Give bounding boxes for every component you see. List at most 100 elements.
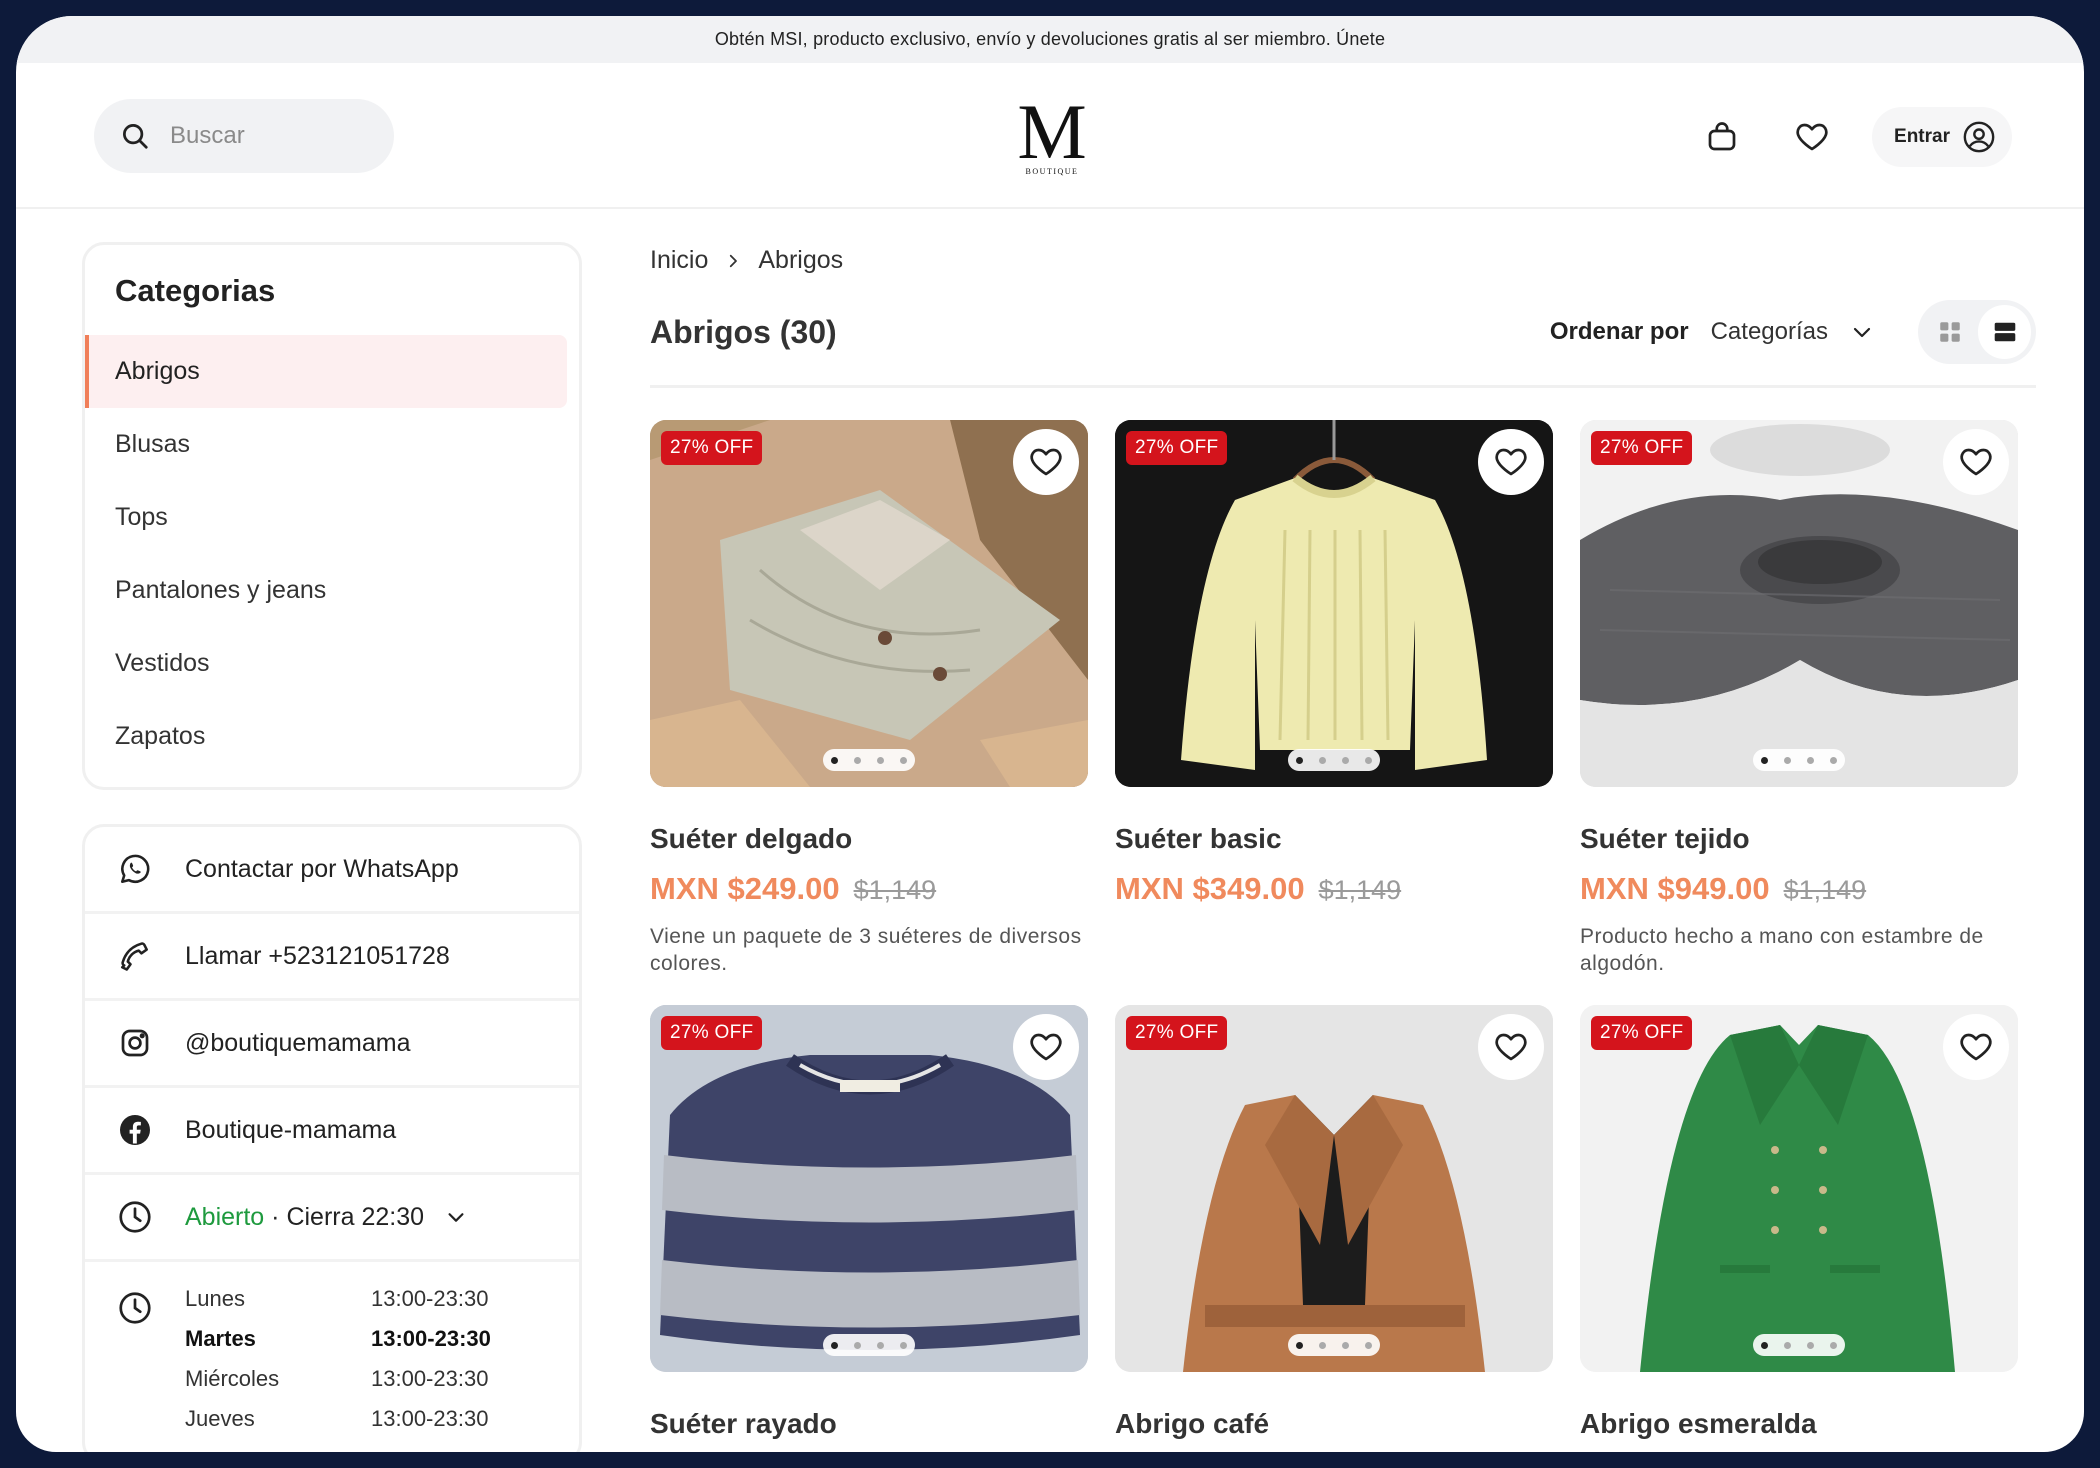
list-view-button[interactable] — [1978, 305, 2031, 359]
favorite-button[interactable] — [1478, 429, 1544, 495]
product-image[interactable]: 27% OFF — [650, 420, 1088, 787]
favorite-button[interactable] — [1943, 1014, 2009, 1080]
chevron-down-icon[interactable] — [1850, 320, 1874, 344]
facebook-icon — [120, 1115, 150, 1145]
sidebar-item-abrigos[interactable]: Abrigos — [85, 335, 567, 408]
search-input[interactable] — [170, 122, 370, 150]
favorite-button[interactable] — [1943, 429, 2009, 495]
sidebar-item-tops[interactable]: Tops — [85, 481, 567, 554]
product-old-price: $1,149 — [1318, 875, 1402, 905]
discount-badge: 27% OFF — [661, 431, 763, 465]
product-grid: 27% OFF Suéter delgado MXN $249.00 $1,14… — [650, 420, 2036, 1440]
search-bar[interactable] — [94, 99, 394, 173]
phone-label: Llamar +523121051728 — [185, 941, 450, 970]
shopping-bag-icon — [1708, 122, 1736, 151]
product-name[interactable]: Suéter basic — [1115, 823, 1553, 855]
product-price: MXN $949.00 — [1580, 871, 1770, 906]
hours-time: 13:00-23:30 — [371, 1406, 489, 1431]
carousel-dots[interactable] — [1288, 749, 1380, 771]
title-row: Abrigos (30) Ordenar por Categorías — [650, 299, 2036, 365]
sidebar-item-blusas[interactable]: Blusas — [85, 408, 567, 481]
carousel-dots[interactable] — [1288, 1334, 1380, 1356]
categories-title: Categorias — [115, 273, 276, 308]
phone-contact[interactable]: Llamar +523121051728 — [85, 914, 579, 1001]
hours-day-today: Martes — [185, 1326, 256, 1351]
discount-badge: 27% OFF — [1126, 1016, 1228, 1050]
breadcrumb-current: Abrigos — [758, 246, 844, 274]
sidebar-item-zapatos[interactable]: Zapatos — [85, 700, 567, 773]
facebook-contact[interactable]: Boutique-mamama — [85, 1088, 579, 1175]
hours-time: 13:00-23:30 — [371, 1366, 489, 1391]
clock-icon — [119, 1201, 151, 1233]
sidebar: Categorias Abrigos Blusas Tops Pantalone… — [82, 242, 582, 1452]
page-title: Abrigos (30) — [650, 313, 837, 350]
grid-view-button[interactable] — [1923, 305, 1976, 359]
product-card[interactable]: 27% OFF Suéter rayado — [650, 1005, 1088, 1440]
logo-mark: M — [1017, 88, 1087, 175]
price-row: MXN $949.00 $1,149 — [1580, 871, 2018, 907]
boutique-logo[interactable]: M BOUTIQUE — [1012, 88, 1092, 177]
user-icon — [1963, 121, 1995, 153]
product-name[interactable]: Abrigo café — [1115, 1408, 1553, 1440]
hours-toggle[interactable]: Abierto · Cierra 22:30 — [85, 1175, 579, 1262]
hours-time: 13:00-23:30 — [371, 1286, 489, 1311]
product-image[interactable]: 27% OFF — [650, 1005, 1088, 1372]
product-image[interactable]: 27% OFF — [1580, 1005, 2018, 1372]
login-button[interactable]: Entrar — [1872, 107, 2012, 167]
sort-label: Ordenar por — [1549, 318, 1689, 345]
product-card[interactable]: 27% OFF Suéter tejido MXN $949.00 $1,149… — [1580, 420, 2018, 977]
hours-day: Miércoles — [185, 1366, 280, 1391]
carousel-dots[interactable] — [823, 1334, 915, 1356]
product-name[interactable]: Suéter delgado — [650, 823, 1088, 855]
price-row: MXN $249.00 $1,149 — [650, 871, 1088, 907]
view-toggle — [1918, 300, 2036, 364]
instagram-icon — [121, 1029, 149, 1057]
contact-card: Contactar por WhatsApp Llamar +523121051… — [82, 824, 582, 1452]
promo-text[interactable]: Obtén MSI, producto exclusivo, envío y d… — [715, 29, 1385, 50]
sort-dropdown[interactable]: Categorías — [1711, 318, 1828, 346]
product-image[interactable]: 27% OFF — [1580, 420, 2018, 787]
cart-button[interactable] — [1692, 107, 1752, 167]
discount-badge: 27% OFF — [661, 1016, 763, 1050]
product-card[interactable]: 27% OFF Abrigo esmeralda — [1580, 1005, 2018, 1440]
heart-icon — [1495, 448, 1527, 476]
favorite-button[interactable] — [1013, 429, 1079, 495]
login-label: Entrar — [1894, 126, 1950, 147]
carousel-dots[interactable] — [1753, 1334, 1845, 1356]
phone-icon — [120, 942, 148, 971]
promo-banner[interactable]: Obtén MSI, producto exclusivo, envío y d… — [16, 16, 2084, 63]
sort-control: Ordenar por Categorías — [1550, 300, 2036, 364]
carousel-dots[interactable] — [823, 749, 915, 771]
product-image[interactable]: 27% OFF — [1115, 1005, 1553, 1372]
instagram-label: @boutiquemamama — [185, 1028, 411, 1057]
chevron-down-icon — [438, 1206, 474, 1228]
product-image[interactable]: 27% OFF — [1115, 420, 1553, 787]
header: M BOUTIQUE Entrar — [16, 63, 2084, 209]
carousel-dots[interactable] — [1753, 749, 1845, 771]
clock-icon — [119, 1292, 151, 1324]
sidebar-item-vestidos[interactable]: Vestidos — [85, 627, 567, 700]
heart-icon — [1495, 1033, 1527, 1061]
product-description: Viene un paquete de 3 suéteres de divers… — [650, 925, 1082, 975]
favorite-button[interactable] — [1478, 1014, 1544, 1080]
product-card[interactable]: 27% OFF Suéter delgado MXN $249.00 $1,14… — [650, 420, 1088, 977]
product-name[interactable]: Suéter rayado — [650, 1408, 1088, 1440]
price-row: MXN $349.00 $1,149 — [1115, 871, 1553, 907]
whatsapp-label: Contactar por WhatsApp — [185, 854, 459, 883]
instagram-contact[interactable]: @boutiquemamama — [85, 1001, 579, 1088]
discount-badge: 27% OFF — [1591, 431, 1693, 465]
heart-icon — [1796, 123, 1828, 151]
sidebar-item-pantalones[interactable]: Pantalones y jeans — [85, 554, 567, 627]
wishlist-button[interactable] — [1782, 107, 1842, 167]
breadcrumb-home[interactable]: Inicio — [650, 246, 708, 275]
whatsapp-contact[interactable]: Contactar por WhatsApp — [85, 827, 579, 914]
favorite-button[interactable] — [1013, 1014, 1079, 1080]
product-name[interactable]: Abrigo esmeralda — [1580, 1408, 2018, 1440]
discount-badge: 27% OFF — [1126, 431, 1228, 465]
product-name[interactable]: Suéter tejido — [1580, 823, 2018, 855]
hours-table: Lunes 13:00-23:30 Martes 13:00-23:30 Mié… — [185, 1286, 531, 1432]
product-card[interactable]: 27% OFF Abrigo café — [1115, 1005, 1553, 1440]
product-card[interactable]: 27% OFF Suéter basic MXN $349.00 $1,149 — [1115, 420, 1553, 977]
hours-status: Abierto · Cierra 22:30 — [185, 1203, 424, 1232]
chevron-right-icon — [730, 254, 738, 267]
